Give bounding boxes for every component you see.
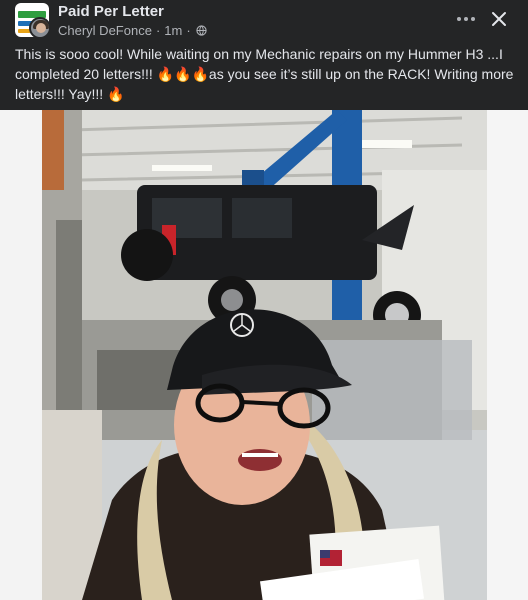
more-options-button[interactable] — [452, 6, 480, 32]
close-icon — [492, 12, 506, 26]
photo-letterbox-right — [487, 110, 528, 600]
group-name-link[interactable]: Paid Per Letter — [58, 3, 164, 20]
author-name-link[interactable]: Cheryl DeFonce — [58, 23, 152, 38]
close-button[interactable] — [486, 6, 512, 32]
roll-door — [56, 220, 82, 420]
globe-icon[interactable] — [196, 25, 207, 36]
photo-illustration — [42, 110, 487, 600]
photo-letterbox-left — [0, 110, 42, 600]
meta-separator: · — [155, 23, 161, 38]
spare-tire — [121, 229, 173, 281]
rear-hub — [221, 289, 243, 311]
more-horizontal-icon — [457, 17, 461, 21]
post-meta: Cheryl DeFonce · 1m · — [58, 23, 207, 38]
ceiling-light-2 — [152, 165, 212, 171]
hummer-window-2 — [232, 198, 292, 238]
meta-separator-2: · — [186, 23, 191, 38]
avatar-group[interactable] — [15, 3, 51, 39]
post-body-text: This is sooo cool! While waiting on my M… — [15, 46, 514, 102]
person-mouth — [238, 449, 282, 471]
post-header: Paid Per Letter Cheryl DeFonce · 1m · — [0, 0, 528, 40]
post-photo[interactable] — [0, 110, 528, 600]
author-avatar[interactable] — [29, 17, 51, 39]
post-timestamp[interactable]: 1m — [164, 23, 182, 38]
photo-content — [42, 110, 487, 600]
wood-trim — [42, 110, 64, 190]
glass-partition — [312, 340, 472, 440]
